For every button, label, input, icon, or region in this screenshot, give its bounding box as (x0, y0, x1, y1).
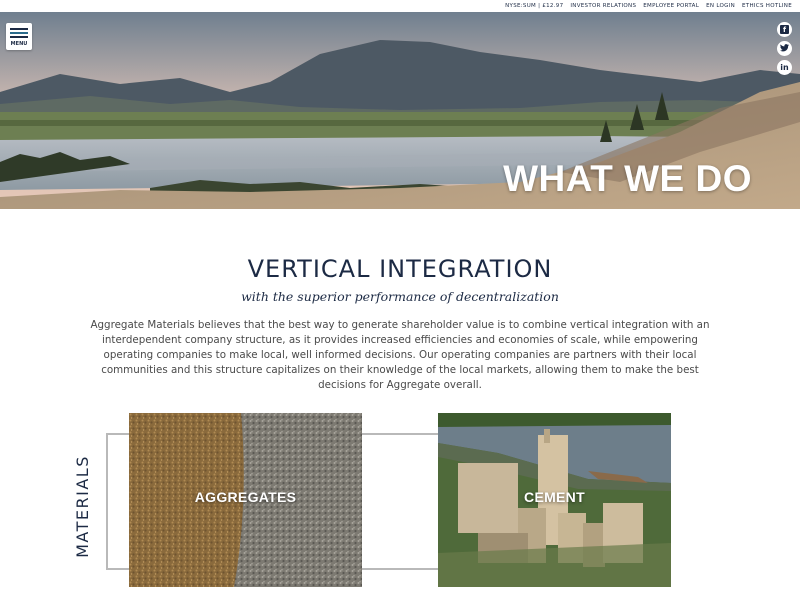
menu-label: MENU (10, 41, 28, 47)
en-login-link[interactable]: EN LOGIN (706, 3, 735, 9)
utility-bar: NYSE:SUM | £12.97 INVESTOR RELATIONS EMP… (0, 0, 800, 12)
section-subtitle: with the superior performance of decentr… (241, 289, 559, 304)
section-title: VERTICAL INTEGRATION (247, 255, 553, 283)
materials-label: MATERIALS (72, 454, 92, 558)
materials-bracket (106, 433, 130, 570)
stock-ticker: NYSE:SUM | £12.97 (505, 3, 564, 9)
linkedin-glyph: in (780, 63, 789, 72)
aggregates-label: AGGREGATES (194, 489, 297, 505)
hamburger-icon (10, 28, 28, 38)
twitter-icon[interactable] (777, 41, 792, 56)
linkedin-icon[interactable]: in (777, 60, 792, 75)
facebook-icon[interactable]: f (777, 22, 792, 37)
ethics-hotline-link[interactable]: ETHICS HOTLINE (742, 3, 792, 9)
cement-tile[interactable]: CEMENT (438, 413, 671, 587)
aggregates-tile[interactable]: AGGREGATES (129, 413, 362, 587)
menu-button[interactable]: MENU (6, 23, 32, 50)
hero-title: WHAT WE DO (503, 158, 752, 199)
investor-relations-link[interactable]: INVESTOR RELATIONS (570, 3, 636, 9)
materials-label-wrap: MATERIALS (62, 446, 102, 566)
section-body-text: Aggregate Materials believes that the be… (90, 319, 710, 391)
tile-connector (360, 433, 440, 570)
facebook-glyph: f (782, 25, 787, 34)
employee-portal-link[interactable]: EMPLOYEE PORTAL (643, 3, 699, 9)
cement-label: CEMENT (524, 489, 585, 505)
hero-banner: WHAT WE DO (0, 12, 800, 209)
twitter-glyph (780, 43, 789, 54)
